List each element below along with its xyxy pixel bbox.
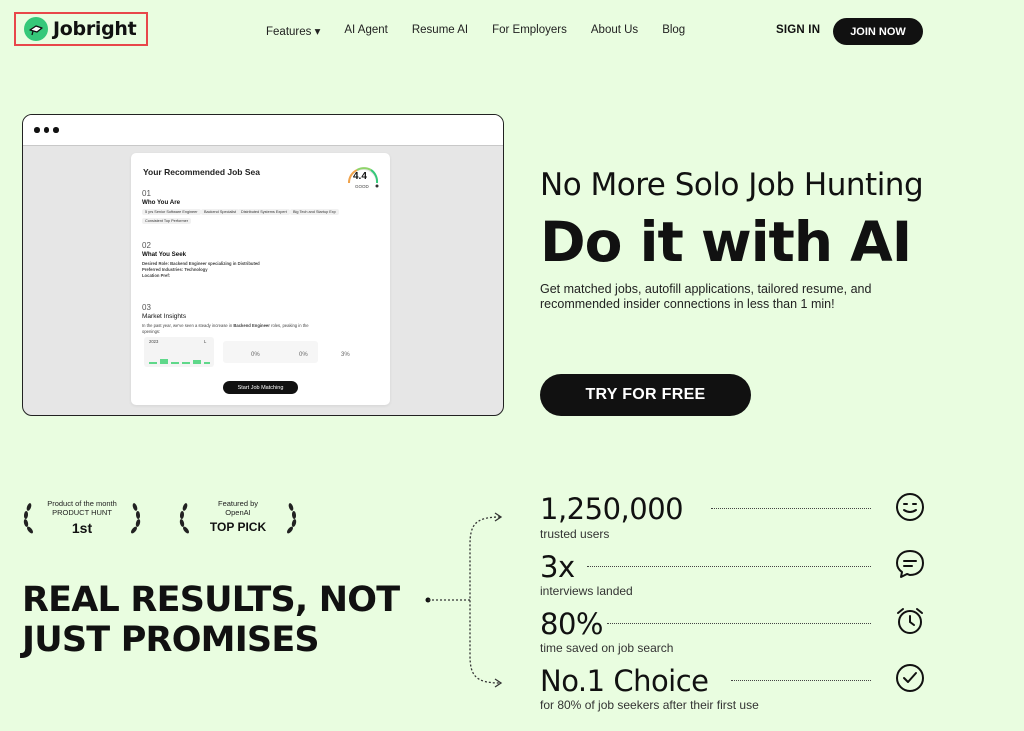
section-number: 02 <box>142 241 151 250</box>
profile-chip: Big Tech and Startup Exp <box>290 209 339 215</box>
mini-chart-year: 2023 <box>149 339 159 344</box>
mini-bar <box>149 362 157 364</box>
stat-label: time saved on job search <box>540 641 674 655</box>
section-number: 01 <box>142 189 151 198</box>
try-for-free-button[interactable]: TRY FOR FREE <box>540 374 751 416</box>
join-now-button[interactable]: JOIN NOW <box>833 18 923 45</box>
results-heading-line2: JUST PROMISES <box>22 620 320 660</box>
recommendation-card: Your Recommended Job Sea 4.4 GOOD 01 Who… <box>131 153 390 405</box>
nav-for-employers[interactable]: For Employers <box>492 24 567 38</box>
nav-resume-ai[interactable]: Resume AI <box>412 24 468 38</box>
nav-ai-agent[interactable]: AI Agent <box>344 24 387 38</box>
seek-line: Preferred Industries: Technology <box>142 267 208 272</box>
logo-text: Jobright <box>53 18 137 40</box>
main-nav: Features ▾ AI Agent Resume AI For Employ… <box>266 24 709 38</box>
nav-about-us[interactable]: About Us <box>591 24 638 38</box>
hero-subtitle: No More Solo Job Hunting <box>540 167 924 203</box>
connector-lines <box>425 512 503 688</box>
stat-value: 1,250,000 <box>540 492 684 526</box>
stat-label: interviews landed <box>540 584 633 598</box>
badge-line1: Product of the month <box>47 499 117 508</box>
mini-bar <box>204 362 210 364</box>
section-title: What You Seek <box>142 251 187 258</box>
results-heading: REAL RESULTS, NOT JUST PROMISES <box>22 580 400 660</box>
hero-description: Get matched jobs, autofill applications,… <box>540 282 872 311</box>
insight-text: openings: <box>142 329 161 334</box>
badge-line2: PRODUCT HUNT <box>52 508 112 517</box>
stat-label: for 80% of job seekers after their first… <box>540 698 759 712</box>
check-circle-icon <box>896 664 924 692</box>
stat-value: 80% <box>540 607 603 641</box>
stat-divider <box>607 623 871 624</box>
stat-value: 3x <box>540 550 575 584</box>
alarm-clock-icon <box>897 608 923 634</box>
window-dot-icon <box>34 127 40 133</box>
openai-badge: Featured by OpenAI TOP PICK <box>176 496 300 548</box>
chat-bubble-icon <box>896 550 924 578</box>
product-mockup: Your Recommended Job Sea 4.4 GOOD 01 Who… <box>22 114 504 416</box>
logo[interactable]: Jobright <box>14 12 148 46</box>
mini-stat-value: 3% <box>341 352 350 358</box>
mini-chart: 2023 L <box>144 337 214 367</box>
mini-bar <box>193 360 201 364</box>
stat-label: trusted users <box>540 527 610 541</box>
section-number: 03 <box>142 303 151 312</box>
badge-line2: OpenAI <box>225 508 251 517</box>
sign-in-link[interactable]: SIGN IN <box>776 24 820 36</box>
mini-stat-value: 0% <box>251 352 260 358</box>
mini-stat-value: 0% <box>299 352 308 358</box>
badge-line3: 1st <box>71 520 93 536</box>
nav-blog[interactable]: Blog <box>662 24 685 38</box>
section-title: Who You Are <box>142 199 181 206</box>
window-dot-icon <box>43 127 49 133</box>
seek-line: Desired Role: Backend Engineer specializ… <box>142 261 260 266</box>
mini-chart-label: L <box>204 339 207 344</box>
start-job-matching-button[interactable]: Start Job Matching <box>223 381 298 394</box>
profile-chip: 5 yrs Senior Software Engineer <box>142 209 201 215</box>
browser-bar <box>23 115 503 146</box>
card-title: Your Recommended Job Sea <box>143 167 260 177</box>
hero-title: Do it with AI <box>540 210 912 274</box>
profile-chip: Backend Specialist <box>201 209 240 215</box>
stat-divider <box>587 566 871 567</box>
smile-icon <box>896 493 924 521</box>
profile-chip: Distributed Systems Expert <box>238 209 290 215</box>
insight-text: In the past year, we've seen a steady in… <box>142 323 309 328</box>
stat-value: No.1 Choice <box>540 664 709 698</box>
nav-features[interactable]: Features ▾ <box>266 24 320 38</box>
profile-chip: Consistent Top Performer <box>142 218 191 224</box>
badge-line3: TOP PICK <box>209 520 267 534</box>
window-dot-icon <box>53 127 59 133</box>
section-title: Market Insights <box>142 313 187 320</box>
score-value: 4.4 <box>353 171 367 182</box>
stat-divider <box>731 680 871 681</box>
mini-bar <box>182 362 190 364</box>
results-heading-line1: REAL RESULTS, NOT <box>22 580 400 620</box>
product-hunt-badge: Product of the month PRODUCT HUNT 1st <box>20 496 144 548</box>
logo-icon <box>24 17 48 41</box>
badge-line1: Featured by <box>217 499 259 508</box>
score-label: GOOD <box>355 184 369 189</box>
stat-divider <box>711 508 871 509</box>
seek-line: Location Pref: <box>142 273 171 278</box>
mini-bar <box>160 359 168 364</box>
mini-bar <box>171 362 179 364</box>
